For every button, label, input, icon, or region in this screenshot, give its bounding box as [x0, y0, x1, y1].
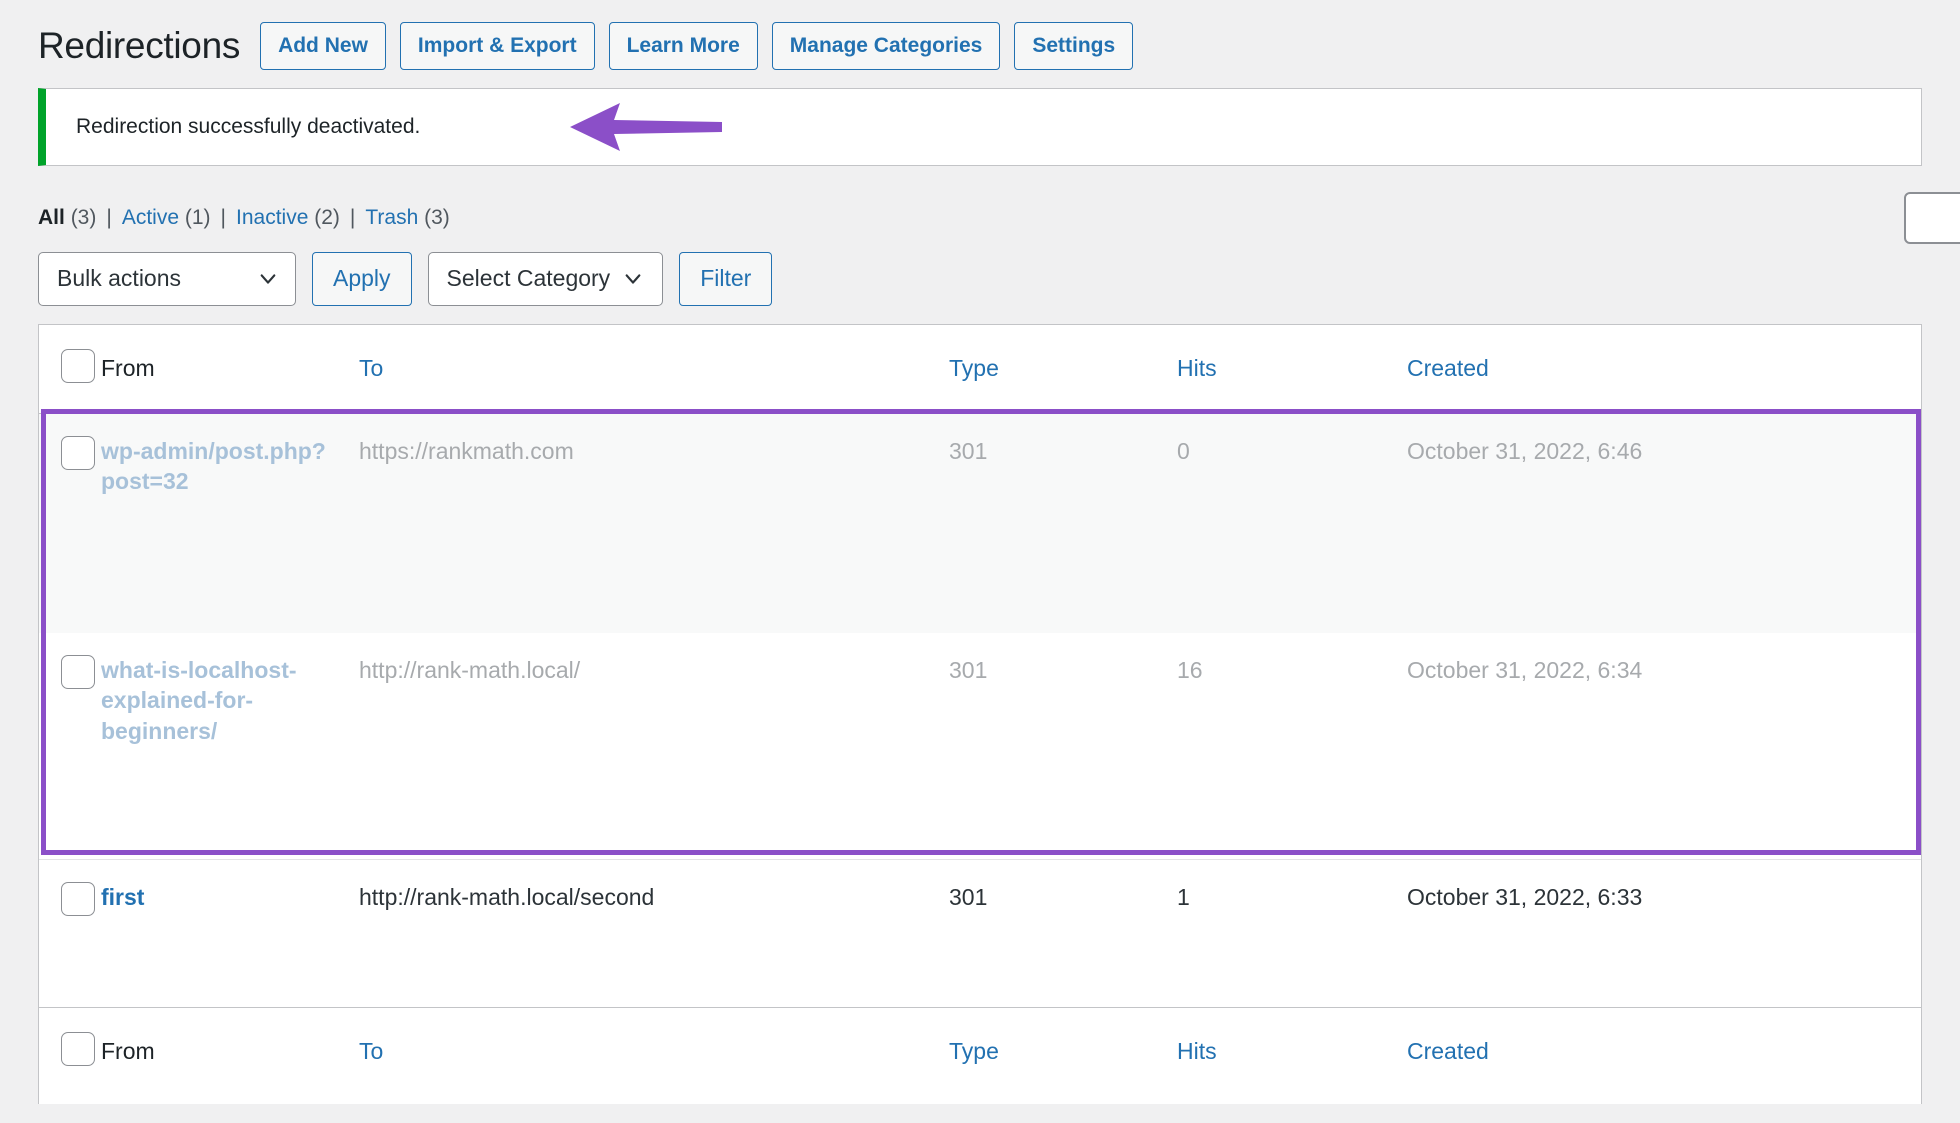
filter-link-all[interactable]: All (3): [38, 206, 96, 230]
row-from-link[interactable]: first: [101, 884, 144, 910]
filter-count-inactive: (2): [314, 205, 340, 229]
row-from-link[interactable]: wp-admin/post.php?post=32: [101, 438, 326, 494]
row-created-cell: October 31, 2022, 6:46: [1407, 437, 1643, 464]
status-filter-links: All (3) | Active (1) | Inactive (2) | Tr…: [38, 206, 1922, 230]
search-input[interactable]: [1904, 191, 1960, 244]
add-new-button[interactable]: Add New: [260, 22, 386, 70]
column-footer-hits[interactable]: Hits: [1177, 1007, 1407, 1096]
row-hits-cell: 0: [1177, 437, 1190, 464]
notice-message: Redirection successfully deactivated.: [76, 115, 421, 138]
select-category-value: Select Category: [446, 265, 611, 291]
import-export-button[interactable]: Import & Export: [399, 22, 595, 70]
filter-link-active-label[interactable]: Active: [122, 206, 179, 229]
row-select-cell[interactable]: [39, 413, 101, 633]
column-footer-created-link[interactable]: Created: [1407, 1038, 1489, 1064]
table-row: wp-admin/post.php?post=32 https://rankma…: [39, 413, 1921, 633]
row-checkbox[interactable]: [61, 435, 95, 470]
row-to-cell: https://rankmath.com: [359, 437, 574, 464]
column-header-type-link[interactable]: Type: [949, 355, 999, 381]
row-to-cell: http://rank-math.local/second: [359, 883, 655, 910]
table-header-row: From To Type Hits Created: [39, 324, 1921, 413]
notice-wrapper: Redirection successfully deactivated.: [0, 88, 1960, 166]
row-from-link[interactable]: what-is-localhost-explained-for-beginner…: [101, 657, 297, 744]
column-header-hits-link[interactable]: Hits: [1177, 355, 1217, 381]
column-header-created-link[interactable]: Created: [1407, 355, 1489, 381]
tablenav-top: Bulk actions Apply Select Category Filte…: [0, 230, 1960, 324]
column-footer-hits-link[interactable]: Hits: [1177, 1038, 1217, 1064]
column-footer-to-link[interactable]: To: [359, 1038, 383, 1064]
table-head: From To Type Hits Created: [39, 324, 1921, 413]
filter-separator-2: |: [220, 205, 226, 229]
select-all-header[interactable]: [39, 324, 101, 413]
chevron-down-icon: [260, 273, 276, 284]
bulk-actions-value: Bulk actions: [57, 265, 182, 291]
filter-link-inactive[interactable]: Inactive (2): [236, 206, 340, 230]
row-hits-cell: 16: [1177, 657, 1203, 683]
table-row: first http://rank-math.local/second 301 …: [39, 859, 1921, 1007]
select-all-checkbox-footer[interactable]: [61, 1031, 95, 1066]
redirections-table-wrapper: From To Type Hits Created wp-admin/post.…: [38, 323, 1922, 1096]
row-select-cell[interactable]: [39, 633, 101, 859]
row-type-cell: 301: [949, 657, 988, 683]
column-header-hits[interactable]: Hits: [1177, 324, 1407, 413]
row-from-cell: first: [101, 859, 359, 1007]
apply-button[interactable]: Apply: [312, 251, 412, 306]
row-to-cell: http://rank-math.local/: [359, 657, 581, 683]
row-from-cell: wp-admin/post.php?post=32: [101, 413, 359, 633]
filter-count-all: (3): [70, 205, 97, 229]
row-checkbox[interactable]: [61, 881, 95, 916]
row-type-cell: 301: [949, 437, 988, 464]
chevron-down-icon: [625, 273, 641, 284]
column-footer-type-link[interactable]: Type: [949, 1038, 999, 1064]
page-header: Redirections Add New Import & Export Lea…: [0, 0, 1960, 88]
row-type-cell: 301: [949, 883, 988, 910]
select-all-checkbox[interactable]: [61, 348, 95, 383]
annotation-arrow-icon: [570, 102, 722, 151]
filter-link-inactive-label[interactable]: Inactive: [236, 206, 308, 229]
settings-button[interactable]: Settings: [1014, 22, 1134, 70]
row-created-cell: October 31, 2022, 6:33: [1407, 883, 1643, 910]
table-row: what-is-localhost-explained-for-beginner…: [39, 633, 1921, 859]
column-header-created[interactable]: Created: [1407, 324, 1921, 413]
column-footer-type[interactable]: Type: [949, 1007, 1177, 1096]
row-from-cell: what-is-localhost-explained-for-beginner…: [101, 633, 359, 859]
column-footer-from: From: [101, 1007, 359, 1096]
row-created-cell: October 31, 2022, 6:34: [1407, 657, 1643, 683]
column-header-to-link[interactable]: To: [359, 355, 383, 381]
column-footer-created[interactable]: Created: [1407, 1007, 1921, 1096]
filter-button[interactable]: Filter: [679, 251, 773, 306]
filter-count-active: (1): [184, 205, 211, 229]
column-header-to[interactable]: To: [359, 324, 949, 413]
learn-more-button[interactable]: Learn More: [608, 22, 758, 70]
select-category-dropdown[interactable]: Select Category: [427, 251, 664, 306]
filter-link-all-label[interactable]: All: [38, 206, 65, 229]
manage-categories-button[interactable]: Manage Categories: [771, 22, 1001, 70]
redirections-table: From To Type Hits Created wp-admin/post.…: [39, 324, 1921, 1096]
table-footer-row: From To Type Hits Created: [39, 1007, 1921, 1096]
row-select-cell[interactable]: [39, 859, 101, 1007]
column-header-from: From: [101, 324, 359, 413]
table-body: wp-admin/post.php?post=32 https://rankma…: [39, 413, 1921, 1007]
filter-link-trash[interactable]: Trash (3): [365, 206, 449, 230]
select-all-footer[interactable]: [39, 1007, 101, 1096]
filter-link-trash-label[interactable]: Trash: [365, 206, 418, 229]
row-hits-cell: 1: [1177, 883, 1190, 910]
table-foot: From To Type Hits Created: [39, 1007, 1921, 1096]
filter-separator-3: |: [349, 205, 356, 229]
column-header-type[interactable]: Type: [949, 324, 1177, 413]
page-title: Redirections: [38, 25, 241, 66]
table-bottom-edge: [38, 1095, 1922, 1104]
filter-separator-1: |: [106, 205, 112, 229]
list-table-top: All (3) | Active (1) | Inactive (2) | Tr…: [0, 166, 1960, 244]
success-notice: Redirection successfully deactivated.: [38, 88, 1922, 166]
column-footer-to[interactable]: To: [359, 1007, 949, 1096]
filter-count-trash: (3): [424, 205, 450, 229]
bulk-actions-select[interactable]: Bulk actions: [38, 251, 296, 306]
filter-link-active[interactable]: Active (1): [122, 206, 211, 230]
row-checkbox[interactable]: [61, 655, 95, 689]
